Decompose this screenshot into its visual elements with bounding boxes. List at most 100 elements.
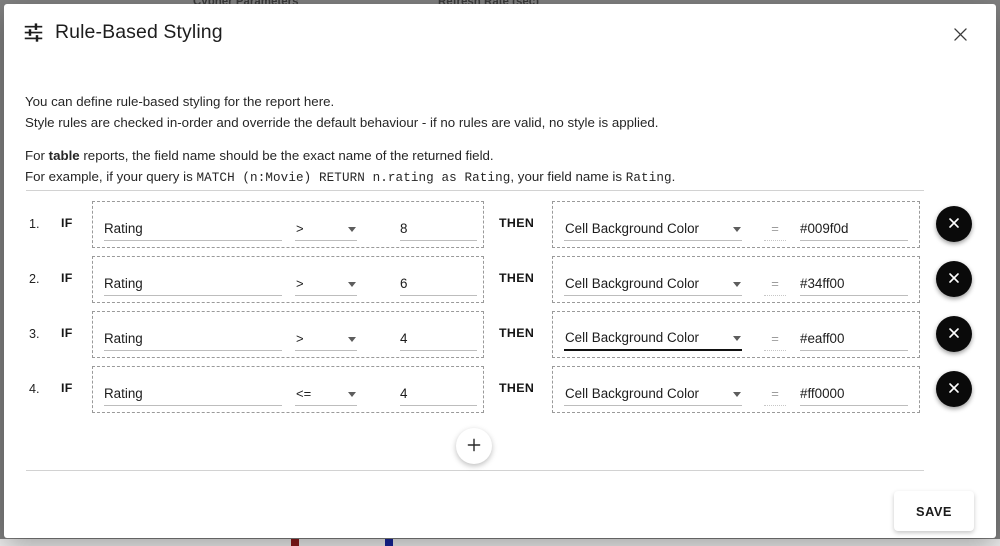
rule-based-styling-dialog: Rule-Based Styling You can define rule-b… xyxy=(4,4,996,538)
equals-label: = xyxy=(764,386,786,406)
threshold-value-input[interactable] xyxy=(400,221,477,241)
delete-rule-button[interactable] xyxy=(936,371,972,407)
description-block: You can define rule-based styling for th… xyxy=(25,92,925,188)
style-color-input[interactable] xyxy=(800,386,908,406)
chevron-down-icon xyxy=(348,282,356,287)
rule-then-label: THEN xyxy=(499,271,535,285)
description-line-4-mid: , your field name is xyxy=(510,168,626,184)
rule-if-label: IF xyxy=(61,271,73,285)
chevron-down-icon xyxy=(733,336,741,341)
rule-index: 1. xyxy=(29,217,40,231)
description-line-4-prefix: For example, if your query is xyxy=(25,168,197,184)
rule-then-label: THEN xyxy=(499,216,535,230)
operator-select[interactable]: > xyxy=(295,221,357,241)
rules-list: 1. IF > THEN Cell Background Color = 2. IF > THEN… xyxy=(4,201,996,421)
rule-condition-group: <= xyxy=(92,366,484,413)
operator-select[interactable]: > xyxy=(295,331,357,351)
plus-icon xyxy=(465,436,483,457)
operator-select-value: <= xyxy=(296,386,312,401)
style-color-input[interactable] xyxy=(800,221,908,241)
description-paragraph-1: You can define rule-based styling for th… xyxy=(25,92,925,133)
rule-condition-group: > xyxy=(92,311,484,358)
rule-if-label: IF xyxy=(61,326,73,340)
field-name-input[interactable] xyxy=(104,276,282,296)
style-property-select-value: Cell Background Color xyxy=(565,330,699,345)
description-line-4: For example, if your query is MATCH (n:M… xyxy=(25,167,925,189)
rule-index: 2. xyxy=(29,272,40,286)
style-property-select[interactable]: Cell Background Color xyxy=(564,276,742,296)
equals-label: = xyxy=(764,221,786,241)
operator-select[interactable]: > xyxy=(295,276,357,296)
divider-top xyxy=(26,190,924,191)
background-color-swatch-red xyxy=(291,539,299,546)
rule-then-label: THEN xyxy=(499,381,535,395)
rule-action-group: Cell Background Color = xyxy=(552,256,920,303)
rule-if-label: IF xyxy=(61,381,73,395)
description-line-4-suffix: . xyxy=(671,168,676,184)
dialog-title-group: Rule-Based Styling xyxy=(23,21,223,44)
threshold-value-input[interactable] xyxy=(400,276,477,296)
close-icon xyxy=(946,325,962,344)
tune-icon xyxy=(23,22,44,43)
style-property-select[interactable]: Cell Background Color xyxy=(564,221,742,241)
rule-condition-group: > xyxy=(92,256,484,303)
style-property-select[interactable]: Cell Background Color xyxy=(564,386,742,406)
save-button[interactable]: SAVE xyxy=(894,491,974,531)
delete-rule-button[interactable] xyxy=(936,316,972,352)
chevron-down-icon xyxy=(733,227,741,232)
description-line-1: You can define rule-based styling for th… xyxy=(25,94,335,109)
equals-label: = xyxy=(764,276,786,296)
equals-label: = xyxy=(764,331,786,351)
divider-bottom xyxy=(26,470,924,471)
description-field-code: Rating xyxy=(625,170,672,185)
dialog-header: Rule-Based Styling xyxy=(4,4,996,62)
operator-select[interactable]: <= xyxy=(295,386,357,406)
operator-select-value: > xyxy=(296,276,304,291)
description-line-2: Style rules are checked in-order and ove… xyxy=(25,114,659,130)
threshold-value-input[interactable] xyxy=(400,331,477,351)
rule-index: 3. xyxy=(29,327,40,341)
chevron-down-icon xyxy=(733,392,741,397)
chevron-down-icon xyxy=(348,392,356,397)
field-name-input[interactable] xyxy=(104,331,282,351)
background-color-swatch-blue xyxy=(385,539,393,546)
chevron-down-icon xyxy=(348,227,356,232)
add-rule-button[interactable] xyxy=(456,428,492,464)
style-color-input[interactable] xyxy=(800,331,908,351)
operator-select-value: > xyxy=(296,221,304,236)
description-line-3-suffix: reports, the field name should be the ex… xyxy=(79,148,494,163)
delete-rule-button[interactable] xyxy=(936,206,972,242)
style-property-select-value: Cell Background Color xyxy=(565,386,699,401)
chevron-down-icon xyxy=(348,337,356,342)
field-name-input[interactable] xyxy=(104,221,282,241)
rule-row: 1. IF > THEN Cell Background Color = xyxy=(4,201,996,256)
rule-action-group: Cell Background Color = xyxy=(552,201,920,248)
style-property-select-value: Cell Background Color xyxy=(565,221,699,236)
description-line-3: For table reports, the field name should… xyxy=(25,146,925,167)
threshold-value-input[interactable] xyxy=(400,386,477,406)
background-bottom-strip xyxy=(0,539,1000,546)
field-name-input[interactable] xyxy=(104,386,282,406)
description-query-code: MATCH (n:Movie) RETURN n.rating as Ratin… xyxy=(196,170,511,185)
rule-if-label: IF xyxy=(61,216,73,230)
operator-select-value: > xyxy=(296,331,304,346)
rule-row: 3. IF > THEN Cell Background Color = xyxy=(4,311,996,366)
page-title: Rule-Based Styling xyxy=(55,21,223,43)
style-color-input[interactable] xyxy=(800,276,908,296)
close-icon xyxy=(951,25,970,47)
style-property-select-value: Cell Background Color xyxy=(565,276,699,291)
rule-index: 4. xyxy=(29,382,40,396)
description-paragraph-2: For table reports, the field name should… xyxy=(25,146,925,188)
chevron-down-icon xyxy=(733,282,741,287)
description-line-3-bold: table xyxy=(48,148,80,163)
style-property-select[interactable]: Cell Background Color xyxy=(564,330,742,351)
rule-action-group: Cell Background Color = xyxy=(552,311,920,358)
close-dialog-button[interactable] xyxy=(943,19,977,53)
close-icon xyxy=(946,270,962,289)
rule-then-label: THEN xyxy=(499,326,535,340)
delete-rule-button[interactable] xyxy=(936,261,972,297)
close-icon xyxy=(946,215,962,234)
description-line-3-prefix: For xyxy=(25,148,49,163)
close-icon xyxy=(946,380,962,399)
rule-condition-group: > xyxy=(92,201,484,248)
